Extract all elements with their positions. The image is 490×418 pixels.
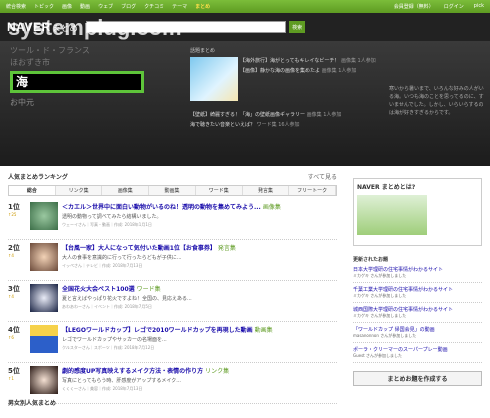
- nav-item[interactable]: クチコミ: [144, 3, 164, 10]
- rank-description: 大人の食事を意識的に行って行ったらどもが子供に...: [62, 255, 182, 261]
- tab-images[interactable]: 画像集: [102, 186, 150, 195]
- tab-all[interactable]: 総合: [9, 186, 56, 195]
- watermark: systemplug.com: [8, 15, 182, 40]
- bottom-section-title: 男女別人気まとめ: [8, 400, 57, 407]
- keyword[interactable]: ツール・ド・フランス: [10, 45, 90, 57]
- rank-meta: あわあわーさん｜イベント｜作成: 2018年7月5日: [62, 304, 152, 309]
- hero-description: 寒いから暑いまで、いろんな好みの人がいる海。いつも海のことを思ってるのに、すいま…: [389, 86, 484, 116]
- nav-item-active[interactable]: まとめ: [195, 3, 210, 10]
- account-links: 会員登録（無料） ログイン pick: [384, 3, 484, 10]
- rank-meta: クルスターさん｜スポーツ｜作成: 2018年7月12日: [62, 345, 155, 350]
- rank-title[interactable]: ＜カエル＞世界中に面白い動物がいるのね！透明の動物を集めてみよう... 画像集: [62, 202, 337, 211]
- rank-number: 1位 ↑25: [8, 203, 20, 217]
- rank-title[interactable]: 【LEGOワールドカップ】レゴで2010ワールドカップを再現した動画 動画集: [62, 325, 337, 334]
- tab-videos[interactable]: 動画集: [149, 186, 196, 195]
- rank-meta: イッペさん｜テレビ｜作成: 2018年7月13日: [62, 263, 143, 268]
- rank-title[interactable]: 全国花火大会ベスト100選 ワード集: [62, 284, 337, 293]
- selected-keyword[interactable]: 海: [10, 71, 144, 93]
- ranking-tabs: 総合 リンク集 画像集 動画集 ワード集 発言集 フリートーク: [8, 185, 337, 196]
- nav-item[interactable]: 画像: [62, 3, 72, 10]
- rank-description: 透明の動物って調べてみたら結構いました。: [62, 214, 162, 220]
- keyword-list-bottom: お中元: [10, 97, 34, 108]
- nav-item[interactable]: トピック: [34, 3, 54, 10]
- update-item[interactable]: 千葉工業大学理研の住宅事情がわかるサイト ミカゲキ さんが参加しました: [353, 283, 482, 303]
- about-promo[interactable]: NAVER まとめとは?: [353, 178, 482, 246]
- promo-title: NAVER まとめとは?: [357, 184, 416, 191]
- rank-meta: ウェーイさん｜写真・動画｜作成: 2018年1月1日: [62, 222, 152, 227]
- rank-description: レゴでワールドカップやサッカーの名場面を...: [62, 337, 167, 343]
- rank-title[interactable]: 劇的感度UP写真映えするメイク方法・表情の作り方 リンク集: [62, 366, 337, 375]
- tab-freetalk[interactable]: フリートーク: [289, 186, 337, 195]
- update-item[interactable]: 城西国際大学理研の住宅事情がわかるサイト ミカゲキ さんが参加しました: [353, 303, 482, 323]
- frog-thumbnail[interactable]: [30, 202, 58, 230]
- nav-item[interactable]: ウェブ: [98, 3, 113, 10]
- update-item[interactable]: ポーラ・クリーマーのスーパープレー動画 Guest さんが参加しました: [353, 343, 482, 363]
- tab-quotes[interactable]: 発言集: [242, 186, 290, 195]
- face-thumbnail[interactable]: [30, 243, 58, 271]
- update-item[interactable]: 日本大学理研の住宅事情がわかるサイト ミカゲキ さんが参加しました: [353, 263, 482, 283]
- rank-number: 3位 ↑4: [8, 285, 20, 299]
- wadai-image[interactable]: [190, 57, 238, 101]
- nav-item[interactable]: テーマ: [172, 3, 187, 10]
- login-link[interactable]: ログイン: [444, 3, 464, 10]
- wadai-label: 話題まとめ: [190, 48, 216, 54]
- fireworks-thumbnail[interactable]: [30, 284, 58, 312]
- header: systemplug.com NAVER まとめ 検索: [0, 13, 490, 41]
- ranking-row[interactable]: 4位 ↑6 【LEGOワールドカップ】レゴで2010ワールドカップを再現した動画動…: [8, 322, 337, 363]
- promo-image: [357, 195, 427, 235]
- keyword[interactable]: ほおずき市: [10, 57, 90, 69]
- wadai-item[interactable]: 【画像】静かな海の画像を集めたよ 画像集 1人参加: [240, 67, 356, 74]
- top-nav: 統合検索 トピック 画像 動画 ウェブ ブログ クチコミ テーマ まとめ 会員登…: [0, 0, 490, 13]
- ranking-row[interactable]: 5位 ↑1 劇的感度UP写真映えするメイク方法・表情の作り方 リンク集 写真にとって…: [8, 363, 337, 404]
- nav-item[interactable]: ブログ: [121, 3, 136, 10]
- updated-title: 更新されたお題: [353, 257, 389, 263]
- lego-thumbnail[interactable]: [30, 325, 58, 353]
- register-link[interactable]: 会員登録（無料）: [394, 3, 434, 10]
- rank-description: 夏と言えばやっぱり花火ですよね！全国の、見応えある...: [62, 296, 192, 302]
- ranking-row[interactable]: 2位 ↑4 【台風一家】大人になって気付いた動画1位【お食事券】 発言集 大人の食事…: [8, 240, 337, 281]
- tab-words[interactable]: ワード集: [195, 186, 243, 195]
- rank-meta: くくく～さん｜美容｜作成: 2018年7月13日: [62, 386, 143, 391]
- keyword[interactable]: お中元: [10, 97, 34, 108]
- rank-number: 4位 ↑6: [8, 326, 20, 340]
- keyword-list-top: ツール・ド・フランス ほおずき市: [10, 45, 90, 69]
- ranking-header: 人気まとめランキング すべて見る: [8, 172, 337, 181]
- hero: ツール・ド・フランス ほおずき市 海 お中元 話題まとめ 【海外旅行】海がとって…: [0, 41, 490, 166]
- pick-link[interactable]: pick: [474, 3, 484, 10]
- wadai-item[interactable]: 海で聴きたい音楽といえば？ ワード集 16人参加: [190, 121, 300, 128]
- search-button[interactable]: 検索: [289, 21, 306, 33]
- wadai-item[interactable]: 【壁紙】綺麗すぎる！「海」の壁紙画像ギャラリー 画像集 1人参加: [190, 111, 341, 118]
- nav-item[interactable]: 統合検索: [6, 3, 26, 10]
- update-item[interactable]: 「ワールドカップ 帰国会見」の動画 masanonnon さんが参加しました: [353, 323, 482, 343]
- wadai-item[interactable]: 【海外旅行】海がとってもキレイなビーチ！ 画像集 1人参加: [240, 57, 376, 64]
- nav-item[interactable]: 動画: [80, 3, 90, 10]
- ranking-title: 人気まとめランキング: [8, 174, 68, 181]
- ranking-row[interactable]: 1位 ↑25 ＜カエル＞世界中に面白い動物がいるのね！透明の動物を集めてみよう..…: [8, 199, 337, 240]
- ranking-section: 人気まとめランキング すべて見る 総合 リンク集 画像集 動画集 ワード集 発言…: [0, 166, 345, 418]
- ranking-row[interactable]: 3位 ↑4 全国花火大会ベスト100選 ワード集 夏と言えばやっぱり花火ですよね！全…: [8, 281, 337, 322]
- portrait-thumbnail[interactable]: [30, 366, 58, 394]
- rank-title[interactable]: 【台風一家】大人になって気付いた動画1位【お食事券】 発言集: [62, 243, 337, 252]
- see-all-link[interactable]: すべて見る: [308, 172, 337, 181]
- main-content: 人気まとめランキング すべて見る 総合 リンク集 画像集 動画集 ワード集 発言…: [0, 166, 490, 418]
- tab-links[interactable]: リンク集: [55, 186, 103, 195]
- create-matome-button[interactable]: まとめお題を作成する: [353, 371, 482, 386]
- rank-description: 写真にとってもらう時、肝感度がアップするメイク...: [62, 378, 182, 384]
- rank-number: 2位 ↑4: [8, 244, 20, 258]
- sidebar: NAVER まとめとは? 更新されたお題 日本大学理研の住宅事情がわかるサイトミ…: [345, 166, 490, 418]
